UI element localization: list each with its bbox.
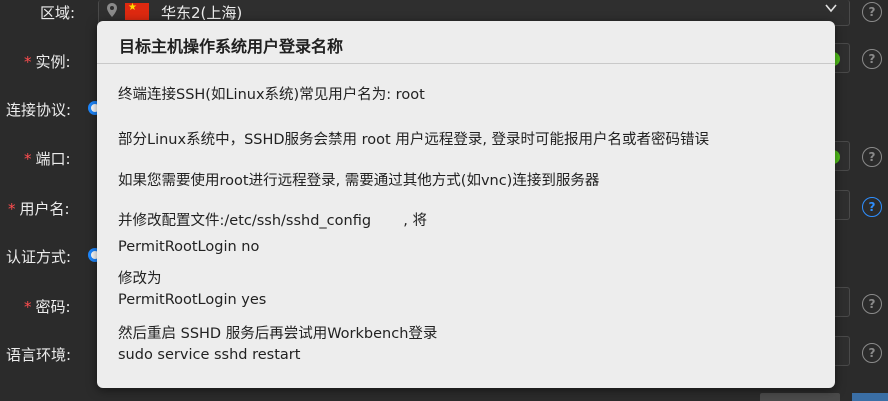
popover-line: 如果您需要使用root进行远程登录, 需要通过其他方式(如vnc)连接到服务器 bbox=[118, 173, 600, 189]
popover-line: PermitRootLogin yes bbox=[118, 292, 267, 308]
popover-line: 部分Linux系统中，SSHD服务会禁用 root 用户远程登录, 登录时可能报… bbox=[118, 132, 710, 148]
required-mark: * bbox=[8, 200, 16, 218]
footer-button[interactable] bbox=[760, 393, 840, 401]
popover-line: 然后重启 SSHD 服务后再尝试用Workbench登录 bbox=[118, 326, 438, 342]
map-pin-icon bbox=[107, 3, 117, 17]
region-value: 华东2(上海) bbox=[161, 4, 243, 22]
popover-title: 目标主机操作系统用户登录名称 bbox=[119, 37, 344, 56]
footer-primary-button[interactable] bbox=[852, 393, 888, 401]
auth-label: 认证方式: bbox=[6, 248, 72, 266]
locale-help-icon[interactable]: ? bbox=[862, 343, 882, 363]
username-help-icon[interactable]: ? bbox=[862, 197, 882, 217]
popover-line: PermitRootLogin no bbox=[118, 239, 260, 255]
password-label-text: 密码: bbox=[35, 298, 71, 316]
instance-label: * 实例: bbox=[24, 51, 71, 72]
protocol-label: 连接协议: bbox=[6, 101, 72, 119]
locale-label: 语言环境: bbox=[6, 346, 72, 364]
port-help-icon[interactable]: ? bbox=[862, 147, 882, 167]
region-help-icon[interactable]: ? bbox=[862, 2, 882, 22]
china-flag-icon: ★ bbox=[125, 2, 149, 20]
username-label-text: 用户名: bbox=[19, 200, 70, 218]
username-help-popover: 目标主机操作系统用户登录名称 终端连接SSH(如Linux系统)常见用户名为: … bbox=[97, 21, 835, 388]
required-mark: * bbox=[24, 150, 32, 168]
required-mark: * bbox=[24, 53, 32, 71]
popover-line: 终端连接SSH(如Linux系统)常见用户名为: root bbox=[118, 87, 425, 103]
popover-line: 并修改配置文件:/etc/ssh/sshd_config , 将 bbox=[118, 213, 428, 229]
required-mark: * bbox=[24, 298, 32, 316]
instance-help-icon[interactable]: ? bbox=[862, 49, 882, 69]
password-help-icon[interactable]: ? bbox=[862, 294, 882, 314]
instance-label-text: 实例: bbox=[35, 53, 71, 71]
region-label: 区域: bbox=[40, 4, 76, 22]
chevron-down-icon[interactable] bbox=[825, 2, 837, 14]
popover-line: sudo service sshd restart bbox=[118, 347, 301, 363]
popover-divider bbox=[97, 63, 835, 64]
username-label: * 用户名: bbox=[8, 198, 70, 219]
port-label: * 端口: bbox=[24, 148, 71, 169]
password-label: * 密码: bbox=[24, 296, 71, 317]
popover-line: 修改为 bbox=[118, 271, 162, 287]
port-label-text: 端口: bbox=[35, 150, 71, 168]
